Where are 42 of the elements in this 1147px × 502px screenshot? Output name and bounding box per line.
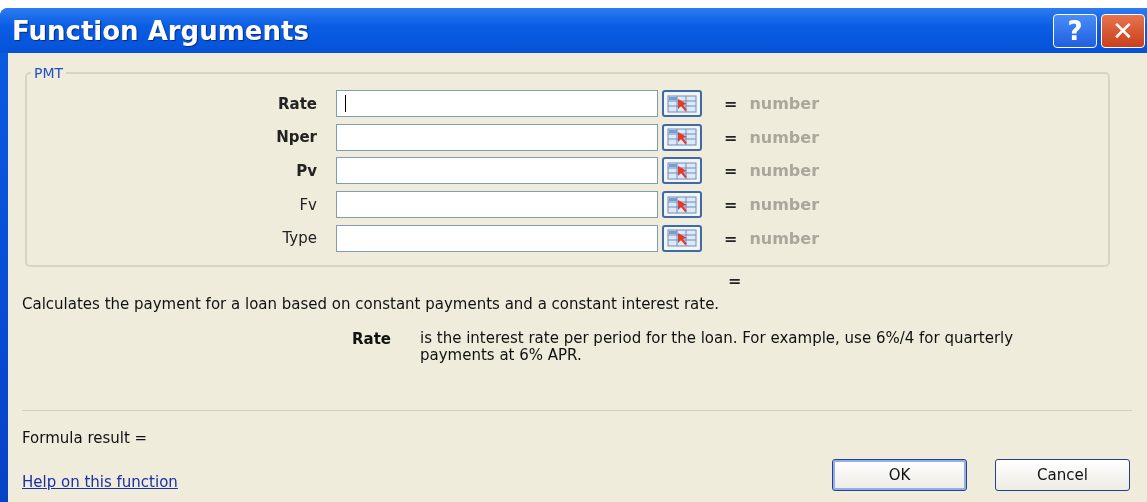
argument-value: number <box>749 195 820 215</box>
collapse-dialog-button[interactable] <box>662 90 702 118</box>
argument-value: number <box>749 127 820 147</box>
argument-field[interactable] <box>336 191 658 219</box>
help-link[interactable]: Help on this function <box>22 472 178 491</box>
collapse-dialog-button[interactable] <box>662 224 702 252</box>
argument-field[interactable] <box>336 90 658 118</box>
equals-sign: = <box>728 271 742 291</box>
formula-result: Formula result = <box>22 428 149 447</box>
argument-name: Rate <box>352 329 393 350</box>
collapse-dialog-button[interactable] <box>662 191 702 219</box>
range-select-icon <box>667 128 697 147</box>
argument-label: Fv <box>298 195 317 214</box>
window-title: Function Arguments <box>12 15 309 46</box>
equals-sign: = <box>724 127 738 147</box>
argument-description: is the interest rate per period for the loan. For example, use 6%/4 for quarterly payments at 6% APR. <box>420 329 1015 364</box>
argument-value: number <box>749 161 820 181</box>
equals-sign: = <box>724 195 738 215</box>
argument-label: Rate <box>276 94 317 113</box>
function-name: PMT <box>33 65 65 81</box>
help-button[interactable]: ? <box>1053 13 1097 48</box>
close-button[interactable]: ✕ <box>1101 13 1145 48</box>
equals-sign: = <box>724 94 738 114</box>
range-select-icon <box>667 162 697 180</box>
collapse-dialog-button[interactable] <box>662 157 702 185</box>
argument-field[interactable] <box>336 224 658 252</box>
equals-sign: = <box>724 161 738 181</box>
dialog-button[interactable]: Cancel <box>995 458 1130 491</box>
range-select-icon <box>667 229 697 248</box>
range-select-icon <box>667 94 697 113</box>
argument-label: Pv <box>295 162 317 180</box>
argument-label: Type <box>281 229 317 248</box>
range-select-icon <box>667 195 697 214</box>
function-description: Calculates the payment for a loan based on constant payments and a constant interest rate. <box>22 294 721 313</box>
argument-field[interactable] <box>336 123 658 151</box>
dialog-button[interactable]: OK <box>832 458 967 491</box>
equals-sign: = <box>724 228 738 248</box>
argument-field[interactable] <box>336 157 658 185</box>
argument-value: number <box>749 94 820 114</box>
argument-value: number <box>749 228 820 248</box>
argument-label: Nper <box>275 128 317 147</box>
collapse-dialog-button[interactable] <box>662 123 702 151</box>
